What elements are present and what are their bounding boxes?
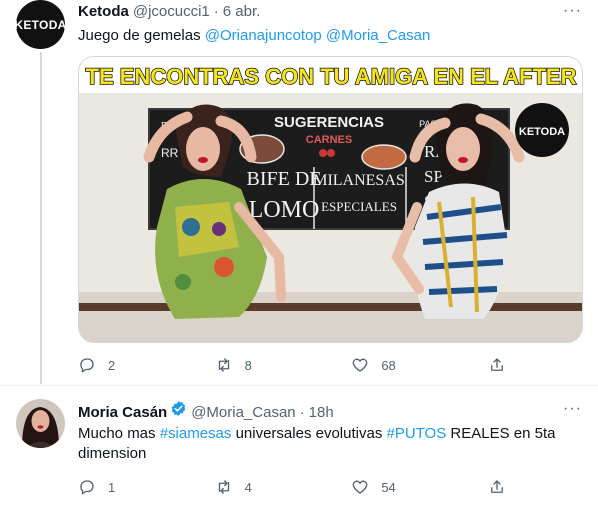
timestamp[interactable]: 6 abr. — [223, 3, 261, 20]
reply-count: 1 — [108, 479, 116, 495]
reply-button[interactable]: 2 — [78, 356, 168, 374]
tweet-actions: 2 8 68 — [78, 356, 518, 374]
mention-moria[interactable]: @Moria_Casan — [326, 27, 430, 44]
tweet-header: Moria Casán @Moria_Casan · 18h — [78, 400, 334, 421]
retweet-button[interactable]: 4 — [215, 478, 305, 496]
more-icon[interactable]: ··· — [563, 2, 582, 20]
like-count: 68 — [381, 357, 396, 373]
avatar-moria[interactable] — [16, 399, 65, 448]
like-icon — [352, 480, 368, 494]
board-bife: BIFE DE — [247, 168, 322, 190]
mention-oriana[interactable]: @Orianajuncotop — [205, 27, 322, 44]
retweet-icon — [218, 480, 229, 494]
share-button[interactable] — [488, 356, 518, 374]
hashtag-putos[interactable]: #PUTOS — [386, 425, 446, 442]
hashtag-siamesas[interactable]: #siamesas — [160, 425, 232, 442]
tweet-moria[interactable]: Moria Casán @Moria_Casan · 18h ··· Mucho… — [0, 386, 598, 506]
tweet-media-image[interactable]: SUGERENCIAS CARNES BIFE DE LOMO MILANESA… — [78, 56, 583, 343]
tweet-text: Juego de gemelas @Orianajuncotop @Moria_… — [78, 26, 430, 46]
author-name[interactable]: Ketoda — [78, 3, 129, 20]
board-left-mid: RR — [161, 146, 179, 160]
media-illustration: SUGERENCIAS CARNES BIFE DE LOMO MILANESA… — [79, 57, 582, 342]
text-part-1: Mucho mas — [78, 425, 160, 442]
board-sp: SP — [424, 167, 443, 186]
avatar-photo — [16, 399, 65, 448]
text-part-2: universales evolutivas — [231, 425, 387, 442]
share-icon — [491, 480, 503, 493]
share-button[interactable] — [488, 478, 518, 496]
board-lomo: LOMO — [249, 197, 320, 223]
more-icon[interactable]: ··· — [563, 400, 582, 418]
author-name[interactable]: Moria Casán — [78, 404, 167, 421]
like-button[interactable]: 54 — [351, 478, 441, 496]
like-button[interactable]: 68 — [351, 356, 441, 374]
avatar-text: KETODA — [16, 17, 65, 32]
thread-line — [40, 52, 42, 384]
separator: · — [299, 404, 305, 421]
retweet-count: 8 — [244, 357, 252, 373]
board-milanesas: MILANESAS — [313, 172, 405, 189]
retweet-icon — [218, 358, 229, 372]
reply-count: 2 — [108, 357, 116, 373]
text-part-3: REALES en 5ta — [446, 425, 556, 442]
board-title: SUGERENCIAS — [274, 114, 384, 131]
reply-icon — [80, 358, 94, 373]
board-especiales: ESPECIALES — [321, 199, 397, 214]
share-icon — [491, 358, 503, 371]
separator: · — [213, 3, 219, 20]
retweet-button[interactable]: 8 — [215, 356, 305, 374]
retweet-count: 4 — [244, 479, 252, 495]
verified-icon — [171, 401, 186, 416]
media-banner-text: TE ENCONTRAS CON TU AMIGA EN EL AFTER — [86, 64, 577, 89]
media-watermark: KETODA — [519, 126, 565, 138]
board-carnes: CARNES — [306, 134, 352, 146]
timestamp[interactable]: 18h — [309, 404, 334, 421]
reply-icon — [80, 480, 94, 495]
tweet-header: Ketoda @jcocucci1 · 6 abr. — [78, 3, 260, 20]
like-icon — [352, 358, 368, 372]
tweet-text-prefix: Juego de gemelas — [78, 27, 205, 44]
like-count: 54 — [381, 479, 396, 495]
tweet-text: Mucho mas #siamesas universales evolutiv… — [78, 424, 568, 464]
reply-button[interactable]: 1 — [78, 478, 168, 496]
author-handle[interactable]: @jcocucci1 — [133, 3, 210, 20]
avatar-ketoda[interactable]: KETODA — [16, 0, 65, 49]
author-handle[interactable]: @Moria_Casan — [191, 404, 295, 421]
tweet-ketoda[interactable]: KETODA Ketoda @jcocucci1 · 6 abr. ··· Ju… — [0, 0, 598, 384]
tweet-actions: 1 4 54 — [78, 478, 518, 496]
text-line-2: dimension — [78, 445, 147, 462]
